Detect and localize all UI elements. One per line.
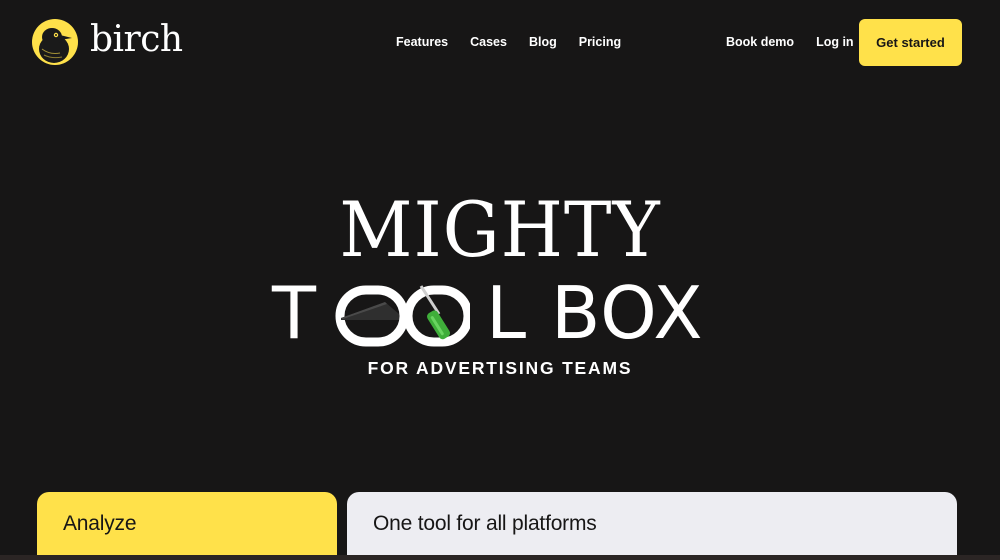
feature-card-analyze[interactable]: Analyze <box>37 492 337 560</box>
brand-logo[interactable]: birch <box>32 18 183 66</box>
bird-icon <box>32 19 78 65</box>
card-title: Analyze <box>63 512 137 535</box>
header-actions: Book demo Log in <box>726 35 876 49</box>
bottom-strip <box>0 555 1000 560</box>
book-demo-link[interactable]: Book demo <box>726 35 794 49</box>
tool-art <box>335 285 470 347</box>
page: birch Features Cases Blog Pricing Book d… <box>0 0 1000 560</box>
hero-subtitle: FOR ADVERTISING TEAMS <box>367 358 633 378</box>
nav-pricing[interactable]: Pricing <box>579 35 621 49</box>
log-in-link[interactable]: Log in <box>816 35 854 49</box>
site-header: birch Features Cases Blog Pricing Book d… <box>0 0 1000 86</box>
nav-cases[interactable]: Cases <box>470 35 507 49</box>
hero-title-part2: L BOX <box>486 271 704 355</box>
hero-title-part1: T <box>272 271 317 355</box>
get-started-button[interactable]: Get started <box>859 19 962 66</box>
main-nav: Features Cases Blog Pricing <box>396 35 643 49</box>
feature-card-platforms[interactable]: One tool for all platforms <box>347 492 957 560</box>
brand-name: birch <box>90 19 183 60</box>
hero-title-line1: MIGHTY <box>339 185 661 274</box>
nav-blog[interactable]: Blog <box>529 35 557 49</box>
nav-features[interactable]: Features <box>396 35 448 49</box>
card-title: One tool for all platforms <box>373 512 597 535</box>
wedge-icon <box>341 302 399 320</box>
